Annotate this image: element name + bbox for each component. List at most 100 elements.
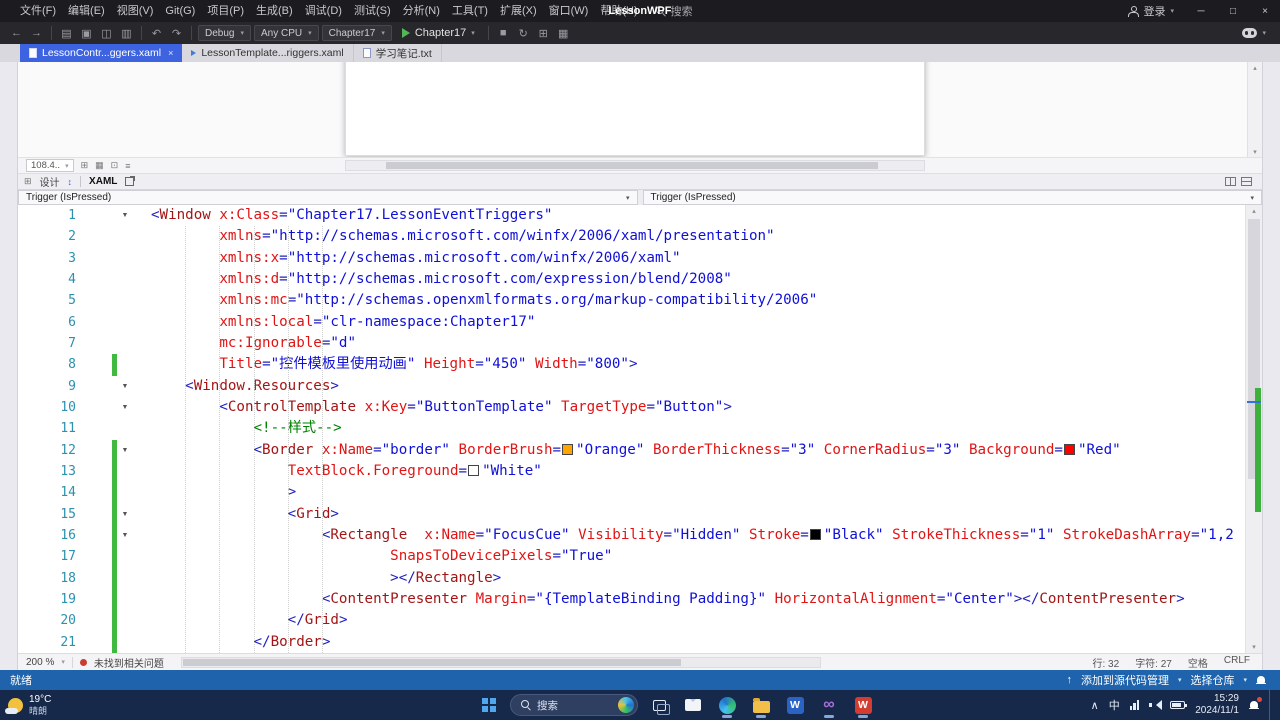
- line-number[interactable]: 13: [18, 461, 102, 482]
- column-indicator[interactable]: 字符: 27: [1135, 655, 1172, 670]
- menu-item[interactable]: 工具(T): [446, 0, 494, 22]
- line-number[interactable]: 7: [18, 333, 102, 354]
- line-number[interactable]: 4: [18, 269, 102, 290]
- editor-vertical-scrollbar[interactable]: ▴ ▾: [1245, 205, 1262, 653]
- run-button[interactable]: Chapter17 ▾: [395, 27, 482, 39]
- code-line-2[interactable]: 2 xmlns="http://schemas.microsoft.com/wi…: [18, 226, 1245, 247]
- color-swatch-icon[interactable]: [562, 443, 574, 455]
- code-line-10[interactable]: 10 ▼ <ControlTemplate x:Key="ButtonTempla…: [18, 397, 1245, 418]
- snap-grid-icon[interactable]: ⊡: [111, 160, 119, 171]
- color-swatch-icon[interactable]: [809, 528, 821, 540]
- issues-indicator-icon[interactable]: [79, 658, 87, 666]
- scroll-down-icon[interactable]: ▾: [1252, 643, 1256, 651]
- line-number[interactable]: 1: [18, 205, 102, 226]
- popout-icon[interactable]: [125, 176, 136, 186]
- fold-collapse-icon[interactable]: ▼: [117, 376, 133, 397]
- line-number[interactable]: 6: [18, 312, 102, 333]
- ime-indicator[interactable]: 中: [1109, 697, 1120, 713]
- back-icon[interactable]: ←: [8, 27, 25, 39]
- line-number[interactable]: 9: [18, 376, 102, 397]
- horizontal-split-icon[interactable]: [1241, 177, 1252, 186]
- menu-item[interactable]: 文件(F): [14, 0, 62, 22]
- task-view-button[interactable]: [646, 691, 672, 719]
- line-number[interactable]: 11: [18, 418, 102, 439]
- line-number[interactable]: 16: [18, 525, 102, 546]
- line-number[interactable]: 10: [18, 397, 102, 418]
- line-number[interactable]: 5: [18, 290, 102, 311]
- line-number[interactable]: 2: [18, 226, 102, 247]
- taskbar-search[interactable]: 搜索: [510, 694, 638, 716]
- line-number[interactable]: 19: [18, 589, 102, 610]
- menu-item[interactable]: 扩展(X): [494, 0, 543, 22]
- hot-reload-icon[interactable]: ⊞: [535, 27, 552, 40]
- clock[interactable]: 15:29 2024/11/1: [1195, 693, 1239, 717]
- editor-horizontal-scrollbar[interactable]: [180, 656, 821, 668]
- sign-in-button[interactable]: 登录 ▾: [1117, 3, 1184, 19]
- fold-collapse-icon[interactable]: ▼: [117, 504, 133, 525]
- edge-browser-button[interactable]: [714, 691, 740, 719]
- nav-dropdown-right[interactable]: Trigger (IsPressed) ▾: [642, 190, 1262, 205]
- menu-item[interactable]: 窗口(W): [543, 0, 595, 22]
- visual-studio-button[interactable]: ∞: [816, 691, 842, 719]
- code-line-15[interactable]: 15 ▼ <Grid>: [18, 503, 1245, 525]
- code-line-6[interactable]: 6 xmlns:local="clr-namespace:Chapter17": [18, 312, 1245, 333]
- battery-icon[interactable]: [1170, 701, 1188, 709]
- open-file-icon[interactable]: ▣: [78, 27, 95, 40]
- tab-xaml[interactable]: XAML: [89, 176, 117, 187]
- forward-icon[interactable]: →: [28, 27, 45, 39]
- line-number[interactable]: 21: [18, 632, 102, 653]
- code-line-13[interactable]: 13 TextBlock.Foreground= "White": [18, 460, 1245, 483]
- line-number[interactable]: 17: [18, 546, 102, 567]
- tab-close-icon[interactable]: ×: [168, 48, 173, 58]
- mail-app-button[interactable]: [680, 691, 706, 719]
- redo-icon[interactable]: ↷: [168, 27, 185, 40]
- line-number[interactable]: 18: [18, 568, 102, 589]
- menu-item[interactable]: 项目(P): [201, 0, 250, 22]
- maximize-button[interactable]: □: [1218, 0, 1248, 22]
- menu-item[interactable]: Git(G): [159, 0, 201, 22]
- code-line-11[interactable]: 11 <!--样式-->: [18, 418, 1245, 439]
- document-tab-1[interactable]: LessonContr...ggers.xaml ×: [20, 44, 183, 62]
- fold-collapse-icon[interactable]: ▼: [117, 397, 133, 418]
- code-line-3[interactable]: 3 xmlns:x="http://schemas.microsoft.com/…: [18, 248, 1245, 269]
- spaces-indicator[interactable]: 空格: [1188, 655, 1208, 670]
- editor-zoom-dropdown[interactable]: 200 %: [26, 657, 54, 668]
- fold-collapse-icon[interactable]: ▼: [117, 440, 133, 461]
- line-number[interactable]: 12: [18, 440, 102, 461]
- code-line-9[interactable]: 9 ▼ <Window.Resources>: [18, 376, 1245, 397]
- swap-panes-icon[interactable]: ↕: [68, 177, 73, 187]
- minimize-button[interactable]: ─: [1186, 0, 1216, 22]
- show-desktop-button[interactable]: [1269, 690, 1272, 720]
- designer-vertical-scrollbar[interactable]: ▴ ▾: [1247, 62, 1262, 157]
- scroll-up-icon[interactable]: ▴: [1252, 207, 1256, 215]
- scrollbar-thumb[interactable]: [386, 162, 878, 169]
- notification-center-icon[interactable]: [1249, 696, 1262, 711]
- designer-zoom-dropdown[interactable]: 108.4.. ▾: [26, 159, 74, 172]
- scroll-down-icon[interactable]: ▾: [1253, 148, 1257, 156]
- push-icon[interactable]: ↑: [1066, 674, 1072, 686]
- code-line-8[interactable]: 8 Title="控件模板里使用动画" Height="450" Width="…: [18, 354, 1245, 376]
- color-swatch-icon[interactable]: [1063, 443, 1075, 455]
- wps-app-button[interactable]: W: [850, 691, 876, 719]
- outline-icon[interactable]: ▦: [555, 27, 572, 40]
- code-line-5[interactable]: 5 xmlns:mc="http://schemas.openxmlformat…: [18, 290, 1245, 311]
- line-number[interactable]: 8: [18, 354, 102, 375]
- menu-item[interactable]: 生成(B): [250, 0, 299, 22]
- word-app-button[interactable]: W: [782, 691, 808, 719]
- tray-chevron-icon[interactable]: ∧: [1091, 699, 1099, 712]
- select-repo-button[interactable]: 选择仓库: [1190, 672, 1234, 688]
- close-button[interactable]: ×: [1250, 0, 1280, 22]
- solution-config-dropdown[interactable]: Debug ▾: [198, 25, 251, 41]
- menu-item[interactable]: 调试(D): [299, 0, 348, 22]
- snap-guides-icon[interactable]: ≡: [125, 161, 130, 171]
- fold-collapse-icon[interactable]: ▼: [117, 525, 133, 546]
- code-line-12[interactable]: 12 ▼ <Border x:Name="border" BorderBrush=…: [18, 439, 1245, 461]
- show-grid-icon[interactable]: ▦: [95, 160, 104, 171]
- save-icon[interactable]: ◫: [98, 27, 115, 40]
- notifications-icon[interactable]: [1256, 675, 1266, 686]
- code-line-19[interactable]: 19 <ContentPresenter Margin="{TemplateBi…: [18, 588, 1245, 611]
- github-copilot-button[interactable]: ▾: [1242, 28, 1272, 38]
- designer-artboard[interactable]: [345, 62, 925, 156]
- weather-widget[interactable]: 19°C 晴朗: [5, 690, 51, 720]
- volume-icon[interactable]: [1149, 700, 1163, 710]
